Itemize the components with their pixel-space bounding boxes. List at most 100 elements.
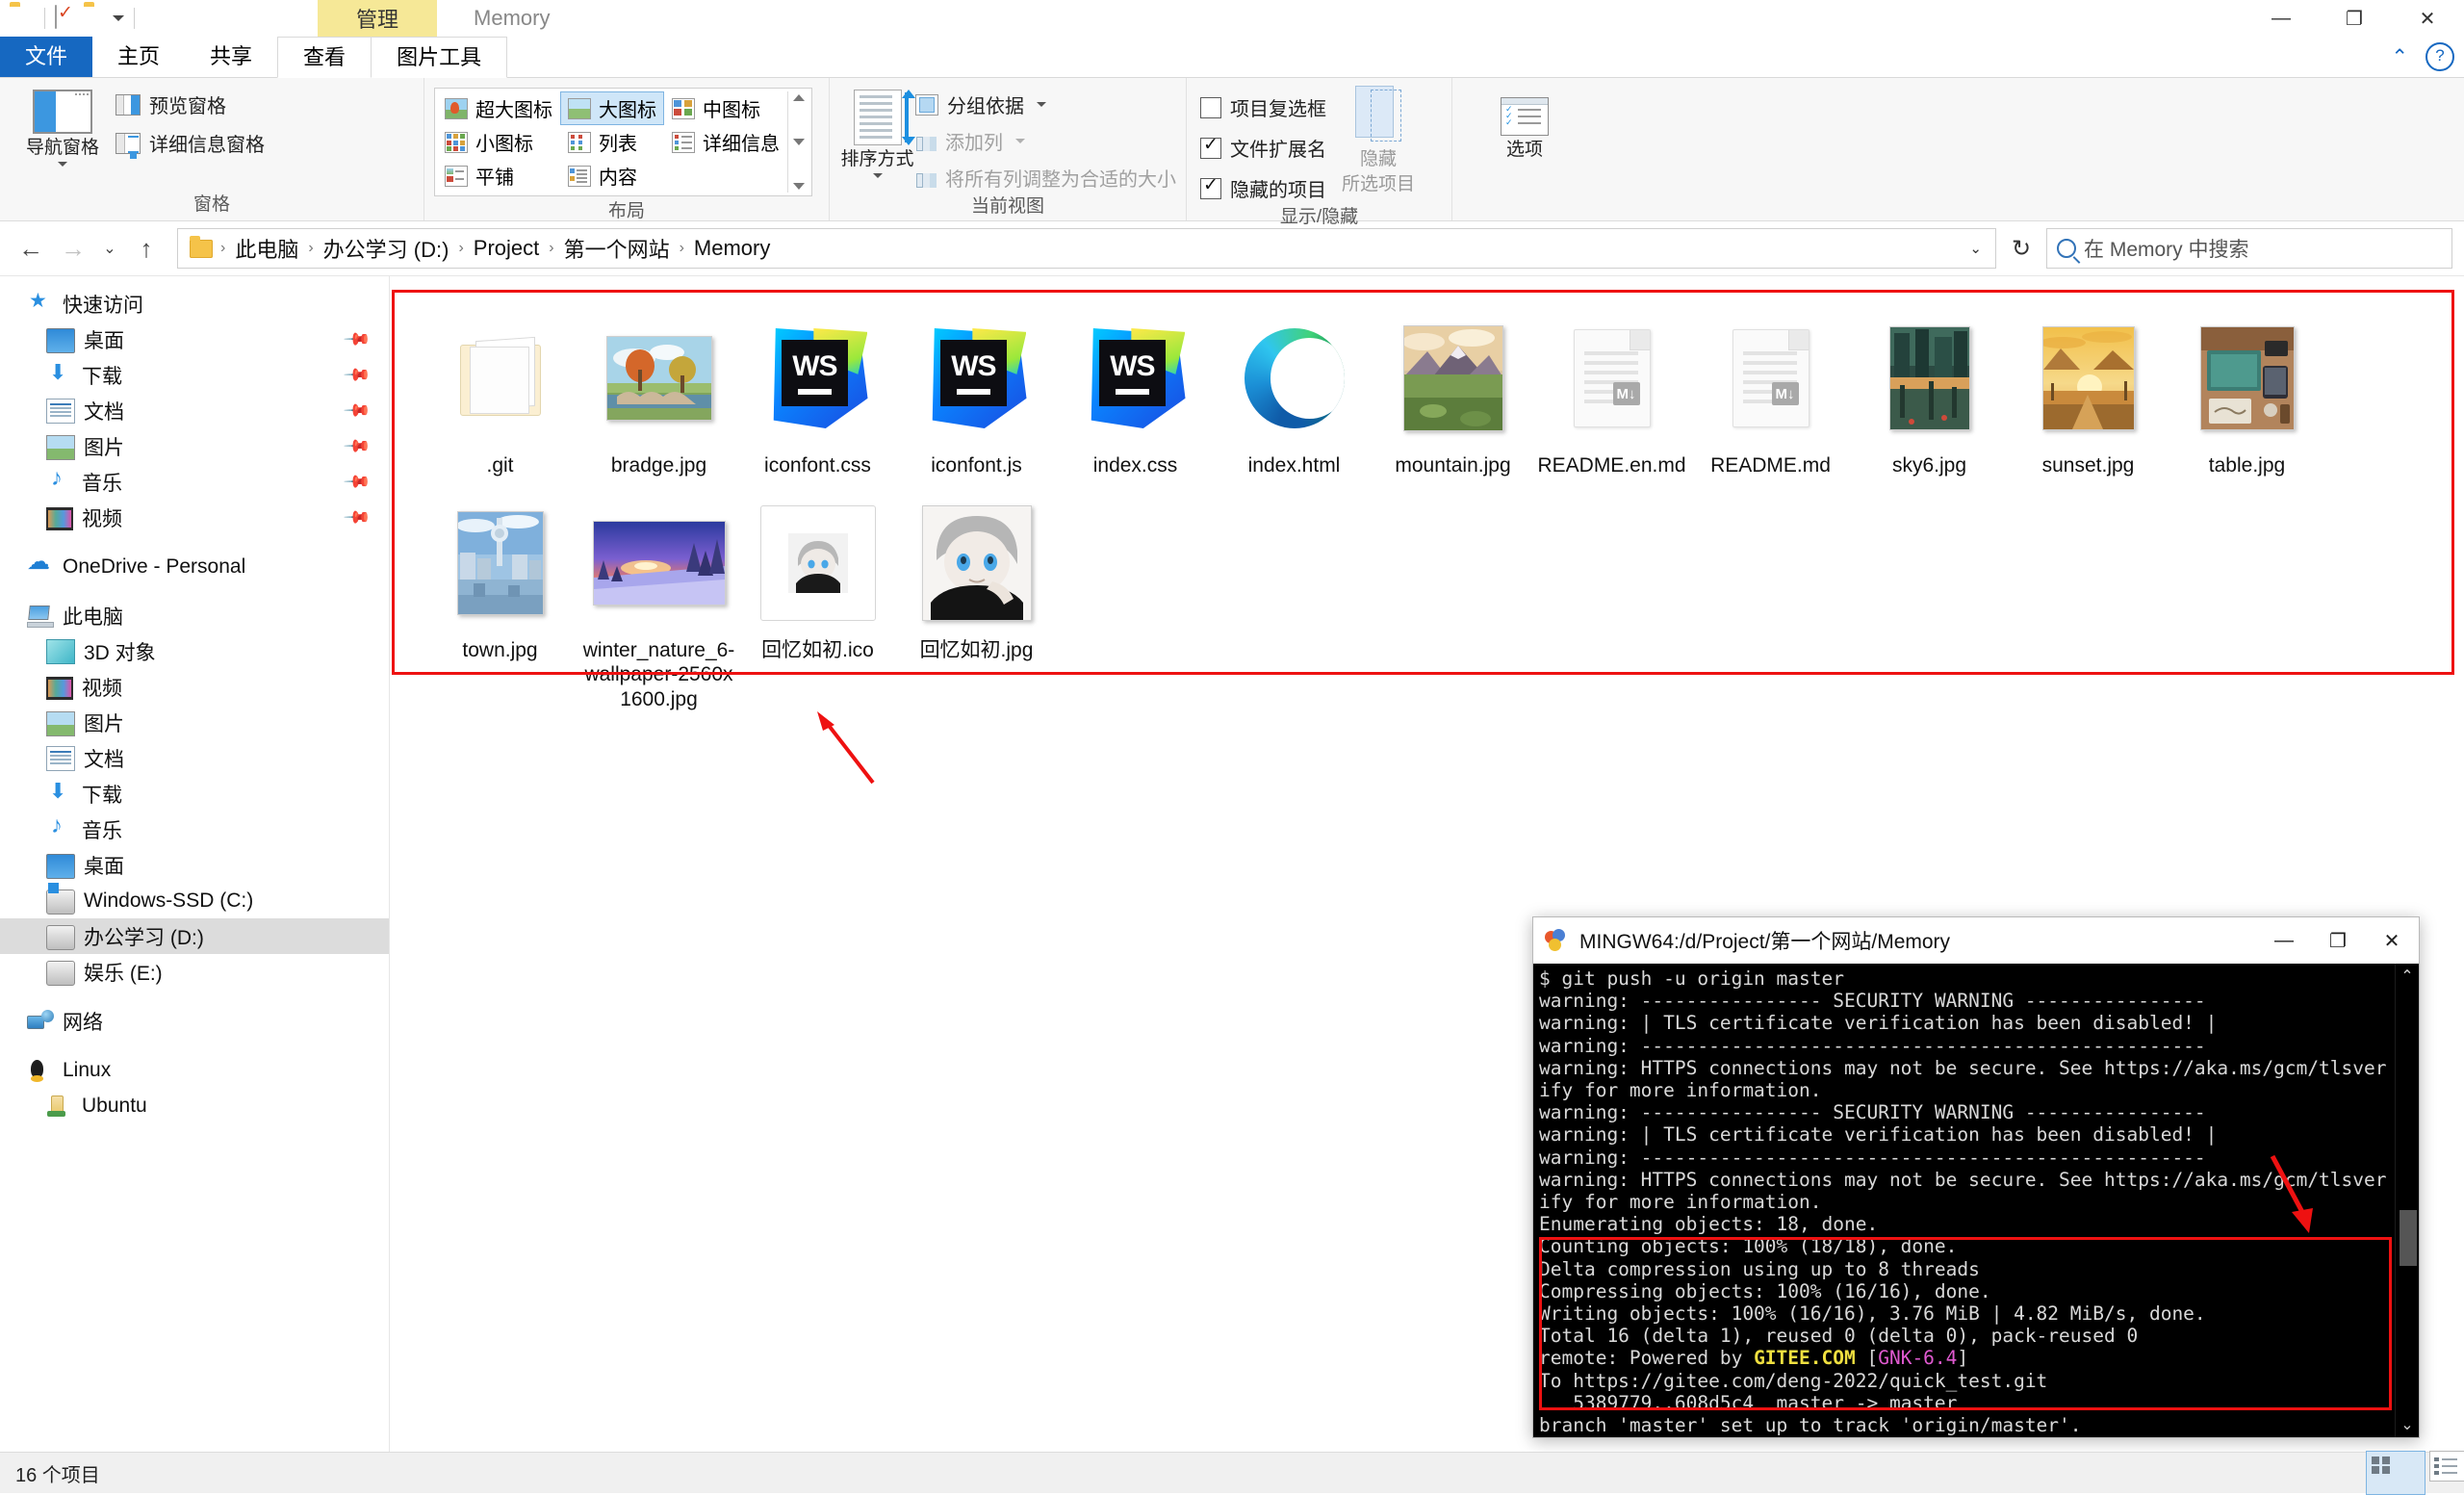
breadcrumb-project[interactable]: Project [468,234,545,263]
file-extensions-option[interactable]: 文件扩展名 [1200,134,1326,162]
details-pane-button[interactable]: 详细信息窗格 [116,129,265,157]
sidebar-item-downloads-pc[interactable]: 下载 [0,776,389,812]
list-item[interactable]: 回忆如初.ico [738,496,897,712]
tab-file[interactable]: 文件 [0,37,93,77]
list-item[interactable]: index.html [1215,311,1373,478]
sidebar-item-documents[interactable]: 文档 📌 [0,393,389,428]
list-item[interactable]: bradge.jpg [579,311,738,478]
checkbox-checked-icon[interactable] [1200,134,1221,159]
up-button[interactable]: ↑ [127,229,166,268]
terminal-scrollbar[interactable]: ⌃ ⌄ [2395,964,2419,1437]
pin-icon[interactable]: 📌 [342,503,372,532]
recent-locations-button[interactable]: ⌄ [96,229,123,268]
sidebar-item-desktop-pc[interactable]: 桌面 [0,847,389,883]
help-icon[interactable]: ? [2426,42,2454,71]
tab-picture-tools[interactable]: 图片工具 [372,37,508,78]
layout-extra-large-icons[interactable]: 超大图标 [437,91,560,125]
preview-pane-button[interactable]: 预览窗格 [116,90,265,118]
list-item[interactable]: 回忆如初.jpg [897,496,1056,712]
ribbon-tab-actions[interactable]: ⌃ ? [2391,42,2454,71]
sidebar-item-onedrive[interactable]: OneDrive - Personal [0,548,389,584]
breadcrumb-memory[interactable]: Memory [688,234,776,263]
sidebar-item-3d-objects[interactable]: 3D 对象 [0,633,389,669]
pin-icon[interactable]: 📌 [342,396,372,425]
list-item[interactable]: WS iconfont.css [738,311,897,478]
navigation-pane[interactable]: 快速访问 桌面 📌 下载 📌 文档 📌 图片 📌 音乐 📌 [0,276,390,1481]
list-item[interactable]: winter_nature_6-wallpaper-2560x1600.jpg [579,496,738,712]
breadcrumb[interactable]: › 此电脑 › 办公学习 (D:) › Project › 第一个网站 › Me… [177,228,1996,269]
terminal-minimize-button[interactable]: — [2257,917,2311,964]
layout-content[interactable]: 内容 [560,159,664,193]
details-view-button[interactable] [2429,1451,2464,1482]
list-item[interactable]: M↓ README.en.md [1532,311,1691,478]
customize-quick-access-caret-icon[interactable] [113,15,124,21]
minimize-button[interactable]: — [2245,0,2318,37]
checkbox-icon[interactable] [1200,96,1221,118]
sidebar-item-network[interactable]: 网络 [0,1003,389,1039]
pin-icon[interactable]: 📌 [342,431,372,461]
scrollbar-thumb[interactable] [2400,1209,2417,1266]
breadcrumb-first-site[interactable]: 第一个网站 [558,231,676,266]
tab-view[interactable]: 查看 [277,37,372,78]
list-item[interactable]: M↓ README.md [1691,311,1850,478]
terminal-window-controls[interactable]: — ❐ ✕ [2257,917,2419,964]
terminal-body[interactable]: $ git push -u origin master warning: ---… [1533,964,2419,1437]
layout-list[interactable]: 列表 [560,125,664,159]
mingw64-terminal-window[interactable]: MINGW64:/d/Project/第一个网站/Memory — ❐ ✕ $ … [1532,916,2420,1438]
address-dropdown-icon[interactable]: ⌄ [1969,240,1988,257]
view-buttons[interactable] [2366,1451,2464,1495]
folder-icon[interactable] [10,6,35,31]
sidebar-item-drive-e[interactable]: 娱乐 (E:) [0,954,389,990]
tab-home[interactable]: 主页 [92,37,185,77]
item-checkboxes-option[interactable]: 项目复选框 [1200,93,1326,121]
sidebar-item-ubuntu[interactable]: Ubuntu [0,1088,389,1123]
sidebar-item-quick-access[interactable]: 快速访问 [0,286,389,322]
sort-by-button[interactable]: 排序方式 [839,84,915,178]
large-icons-view-button[interactable] [2366,1451,2426,1495]
more-layouts-icon[interactable] [793,183,805,190]
sidebar-item-downloads[interactable]: 下载 📌 [0,357,389,393]
hidden-items-option[interactable]: 隐藏的项目 [1200,174,1326,202]
scroll-up-icon[interactable] [793,94,805,101]
list-item[interactable]: town.jpg [421,496,579,712]
layout-small-icons[interactable]: 小图标 [437,125,560,159]
layout-medium-icons[interactable]: 中图标 [664,91,787,125]
sidebar-item-pictures[interactable]: 图片 📌 [0,428,389,464]
new-folder-icon[interactable] [84,6,109,31]
checkbox-checked-icon[interactable] [1200,174,1221,199]
search-input[interactable]: 在 Memory 中搜索 [2046,228,2452,269]
chevron-down-icon[interactable] [872,172,883,178]
maximize-button[interactable]: ❐ [2318,0,2391,37]
sidebar-item-drive-d[interactable]: 办公学习 (D:) [0,918,389,954]
close-button[interactable]: ✕ [2391,0,2464,37]
list-item[interactable]: sky6.jpg [1850,311,2009,478]
layout-gallery[interactable]: 超大图标 小图标 平铺 大图标 列表 内容 中图标 详细信息 [434,88,812,196]
properties-icon[interactable] [55,5,80,31]
sidebar-item-windows-ssd-c[interactable]: Windows-SSD (C:) [0,883,389,918]
list-item[interactable]: sunset.jpg [2009,311,2168,478]
navigation-pane-button[interactable]: 导航窗格 [10,84,116,167]
group-by-button[interactable]: 分组依据 [915,90,1176,118]
tab-share[interactable]: 共享 [185,37,277,77]
terminal-maximize-button[interactable]: ❐ [2311,917,2365,964]
layout-gallery-scroll[interactable] [787,91,809,193]
breadcrumb-drive-d[interactable]: 办公学习 (D:) [318,231,455,266]
scroll-up-icon[interactable]: ⌃ [2400,967,2413,986]
sidebar-item-desktop[interactable]: 桌面 📌 [0,322,389,357]
list-item[interactable]: .git [421,311,579,478]
sidebar-item-linux[interactable]: Linux [0,1052,389,1088]
list-item[interactable]: mountain.jpg [1373,311,1532,478]
back-button[interactable]: ← [12,229,50,268]
list-item[interactable]: table.jpg [2168,311,2326,478]
options-button[interactable]: 选项 [1472,84,1578,161]
terminal-close-button[interactable]: ✕ [2365,917,2419,964]
pin-icon[interactable]: 📌 [342,360,372,390]
chevron-down-icon[interactable] [58,161,67,167]
collapse-ribbon-icon[interactable]: ⌃ [2391,45,2408,69]
layout-details[interactable]: 详细信息 [664,125,787,159]
sidebar-item-music-pc[interactable]: 音乐 [0,812,389,847]
layout-tiles[interactable]: 平铺 [437,159,560,193]
sidebar-item-videos-pc[interactable]: 视频 [0,669,389,705]
sidebar-item-documents-pc[interactable]: 文档 [0,740,389,776]
scroll-down-icon[interactable]: ⌄ [2400,1415,2413,1434]
